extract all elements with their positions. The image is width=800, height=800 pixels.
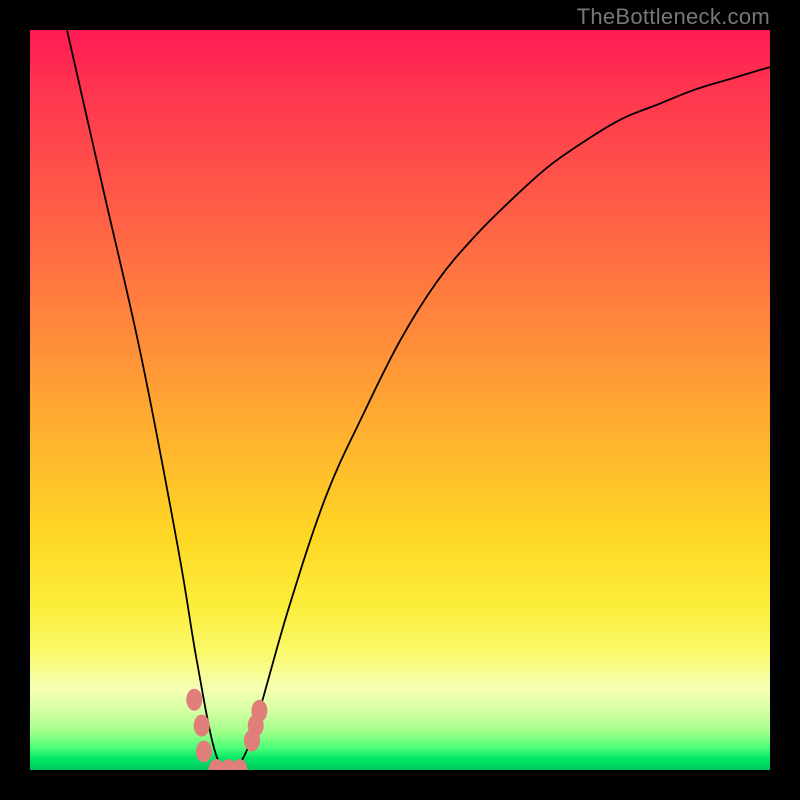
marker-dot: [194, 715, 210, 737]
chart-frame: TheBottleneck.com: [0, 0, 800, 800]
curve-svg: [30, 30, 770, 770]
bottleneck-curve: [67, 30, 770, 770]
marker-dot: [231, 759, 247, 770]
marker-dot: [196, 741, 212, 763]
plot-area: [30, 30, 770, 770]
marker-dot: [186, 689, 202, 711]
highlight-markers: [186, 689, 267, 770]
marker-dot: [251, 700, 267, 722]
watermark-text: TheBottleneck.com: [577, 4, 770, 30]
